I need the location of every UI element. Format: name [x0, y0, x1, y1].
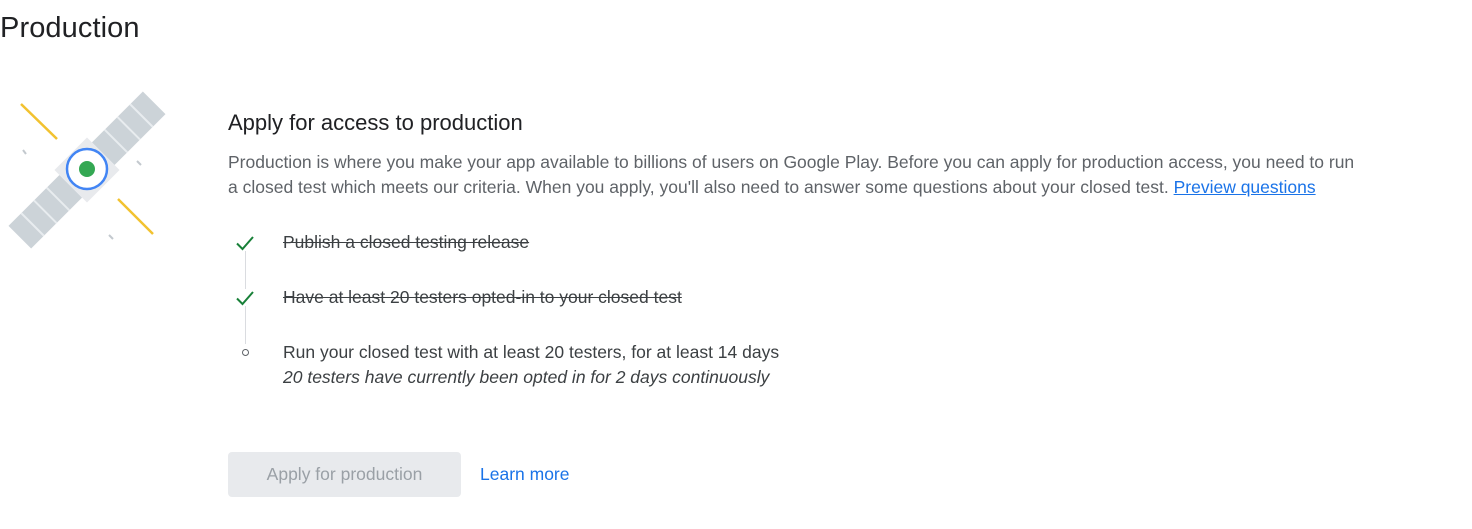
circle-icon: [228, 340, 262, 365]
production-access-section: Apply for access to production Productio…: [228, 108, 1358, 395]
apply-for-production-button[interactable]: Apply for production: [228, 452, 461, 497]
checklist-item-title: Run your closed test with at least 20 te…: [283, 342, 780, 362]
step-connector: [244, 306, 246, 344]
checklist-item-label: Have at least 20 testers opted-in to you…: [283, 287, 682, 307]
production-page: Production Apply for access to productio…: [0, 0, 1472, 529]
requirements-checklist: Publish a closed testing release Have at…: [228, 230, 1358, 395]
checklist-item-label: Publish a closed testing release: [283, 232, 530, 252]
checklist-item: Have at least 20 testers opted-in to you…: [228, 285, 1358, 344]
section-description: Production is where you make your app av…: [228, 150, 1358, 200]
step-connector: [244, 251, 246, 289]
checklist-item: Run your closed test with at least 20 te…: [228, 340, 1358, 395]
checklist-item: Publish a closed testing release: [228, 230, 1358, 289]
preview-questions-link[interactable]: Preview questions: [1174, 177, 1316, 197]
page-title: Production: [0, 12, 140, 44]
checklist-item-label: Run your closed test with at least 20 te…: [283, 340, 779, 390]
action-bar: Apply for production Learn more: [228, 452, 570, 497]
checklist-item-progress: 20 testers have currently been opted in …: [283, 367, 770, 387]
learn-more-link[interactable]: Learn more: [480, 464, 570, 485]
satellite-icon: [8, 91, 166, 249]
section-title: Apply for access to production: [228, 110, 523, 135]
